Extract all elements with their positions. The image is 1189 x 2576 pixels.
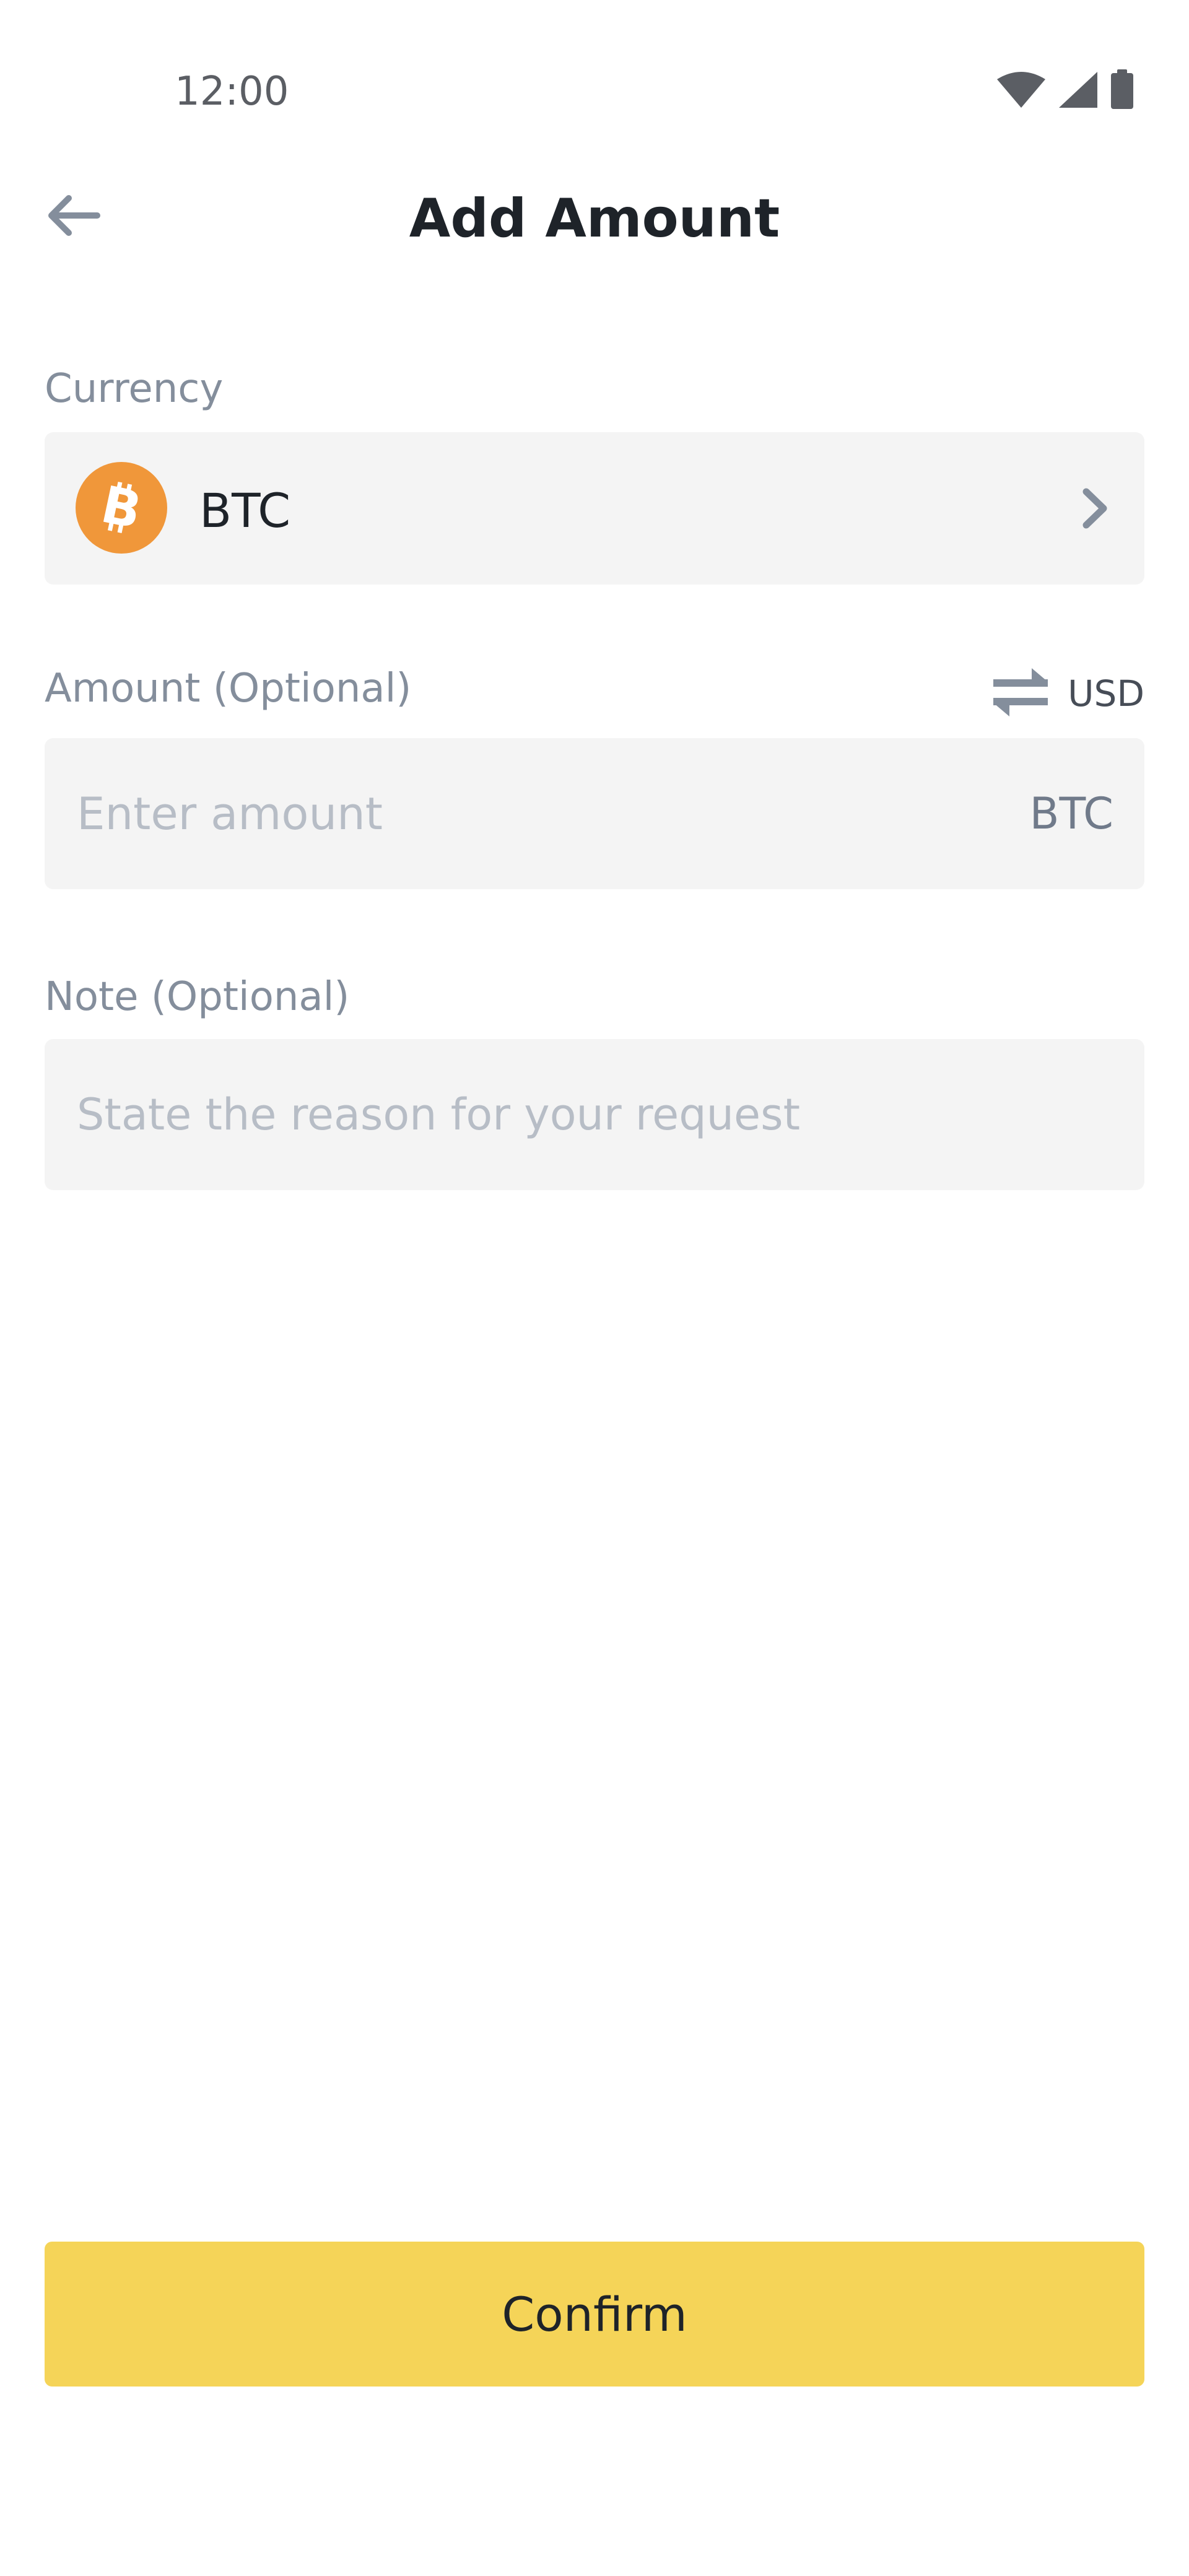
note-input[interactable] <box>77 1039 1117 1190</box>
bitcoin-icon: B <box>76 462 167 554</box>
currency-name: BTC <box>199 483 291 538</box>
switch-unit-button[interactable]: USD <box>991 664 1144 723</box>
wifi-icon <box>996 71 1047 109</box>
page-title: Add Amount <box>409 188 780 250</box>
amount-label: Amount (Optional) <box>45 666 412 711</box>
switch-unit-label: USD <box>1068 672 1144 715</box>
amount-input[interactable] <box>77 738 1006 889</box>
amount-field[interactable]: BTC <box>45 738 1144 889</box>
status-time: 12:00 <box>175 69 289 115</box>
currency-selector[interactable]: B BTC <box>45 432 1144 585</box>
swap-arrows-icon <box>991 666 1050 721</box>
add-amount-screen: 12:00 Add Amount Currency B BTC Amount (… <box>0 0 1189 2576</box>
note-label: Note (Optional) <box>45 974 350 1020</box>
battery-icon <box>1110 69 1135 110</box>
chevron-right-icon <box>1071 485 1117 531</box>
amount-unit: BTC <box>1029 788 1113 839</box>
confirm-button[interactable]: Confirm <box>45 2242 1144 2387</box>
cell-signal-icon <box>1058 71 1099 109</box>
currency-label: Currency <box>45 366 224 412</box>
note-field[interactable] <box>45 1039 1144 1190</box>
status-icons <box>996 68 1135 111</box>
